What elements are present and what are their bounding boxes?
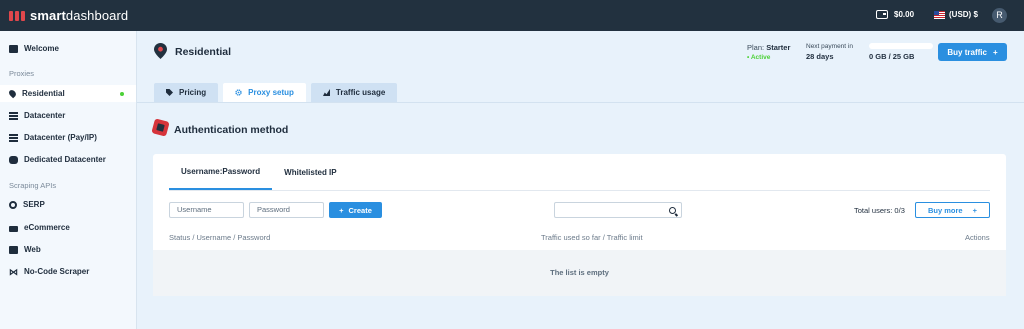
tab-pricing[interactable]: Pricing [154,83,219,102]
authentication-card: Username:Password Whitelisted IP Usernam… [153,154,1006,296]
search-icon [9,200,17,209]
logo[interactable]: smartdashboard [9,8,128,23]
active-status-dot [120,91,124,96]
sidebar-item-datacenter[interactable]: Datacenter [0,107,136,124]
main-tabs: Pricing Proxy setup Traffic usage [154,83,398,102]
sidebar-item-label: Web [24,245,41,254]
sidebar-item-datacenter-payip[interactable]: Datacenter (Pay/IP) [0,129,136,146]
column-header-traffic: Traffic used so far / Traffic limit [541,233,643,242]
tag-icon [166,89,173,96]
tab-label: Proxy setup [248,88,294,97]
area-chart-icon [322,89,330,96]
sidebar-section-scraping: Scraping APIs [9,181,57,190]
tab-label: Pricing [179,88,207,97]
sidebar-item-label: eCommerce [24,223,70,232]
wallet-icon [876,10,888,19]
tab-proxy-setup[interactable]: Proxy setup [223,83,306,102]
top-bar: smartdashboard $0.00 (USD) $ R [0,0,1024,31]
buy-more-button[interactable]: Buy more + [915,202,990,218]
plus-icon: + [972,205,977,215]
us-flag-icon [934,10,945,19]
sidebar: Welcome Proxies Residential Datacenter D… [0,31,137,329]
column-header-actions: Actions [965,233,990,242]
sidebar-item-dedicated-datacenter[interactable]: Dedicated Datacenter [0,151,136,168]
section-title: Authentication method [174,124,289,136]
next-payment-value: 28 days [806,52,834,61]
sidebar-item-label: SERP [23,200,45,209]
sidebar-item-label: Welcome [24,44,59,53]
tab-username-password[interactable]: Username:Password [169,154,273,190]
next-payment: Next payment in 28 days [806,43,853,61]
traffic-progress-bar [869,43,933,49]
currency-label: (USD) $ [949,10,978,19]
location-pin-icon [7,88,18,99]
gear-icon [235,89,242,96]
plan-status: • Active [747,54,771,61]
monitor-icon [9,44,18,53]
plus-icon: + [992,47,998,57]
page-title: Residential [175,46,232,58]
auth-method-tabs: Username:Password Whitelisted IP [169,154,349,190]
balance-amount: $0.00 [894,10,915,19]
currency-selector[interactable]: (USD) $ [934,10,978,19]
sidebar-item-nocode-scraper[interactable]: ⋈ No-Code Scraper [0,263,136,280]
tab-label: Traffic usage [335,88,386,97]
avatar[interactable]: R [992,8,1007,23]
search-button[interactable] [663,203,681,217]
buy-traffic-label: Buy traffic [947,47,987,57]
search-icon [668,206,676,214]
sidebar-section-proxies: Proxies [9,69,35,78]
plan-label: Plan: [747,43,765,52]
sidebar-item-label: Residential [22,89,65,98]
password-input[interactable]: Password [249,202,324,218]
create-label: Create [348,205,372,215]
logo-icon [9,10,25,21]
brand-name: smartdashboard [30,8,129,23]
shopping-bag-icon [9,225,18,232]
sidebar-item-residential[interactable]: Residential [0,85,136,102]
sidebar-item-web[interactable]: Web [0,241,136,258]
balance-display[interactable]: $0.00 [876,10,914,19]
search-input[interactable] [554,202,682,218]
sidebar-item-serp[interactable]: SERP [0,196,136,213]
buy-traffic-button[interactable]: Buy traffic + [938,43,1007,61]
plan-info: Plan: Starter • Active [747,43,790,61]
tabs-divider [137,102,1024,103]
plan-name: Starter [766,43,791,52]
browser-window-icon [9,245,18,254]
sidebar-item-ecommerce[interactable]: eCommerce [0,219,136,236]
sidebar-item-label: No-Code Scraper [24,267,90,276]
database-icon [9,155,18,164]
column-header-status: Status / Username / Password [169,233,271,242]
authentication-icon [151,118,170,137]
create-user-button[interactable]: + Create [329,202,382,218]
empty-list-message: The list is empty [153,250,1006,296]
plus-icon: + [339,205,344,215]
tab-traffic-usage[interactable]: Traffic usage [310,83,398,102]
buy-more-label: Buy more [928,205,963,215]
location-pin-icon [154,43,167,59]
traffic-amount: 0 GB / 25 GB [869,52,915,61]
sidebar-item-label: Datacenter (Pay/IP) [24,133,97,142]
username-input[interactable]: Username [169,202,244,218]
scraper-tool-icon: ⋈ [9,266,18,277]
sidebar-item-label: Datacenter [24,111,66,120]
sidebar-item-welcome[interactable]: Welcome [0,40,136,57]
server-icon [9,111,18,120]
sidebar-item-label: Dedicated Datacenter [24,155,106,164]
next-payment-label: Next payment in [806,43,853,50]
subtabs-divider [169,190,990,191]
server-ip-icon [9,133,18,142]
tab-whitelisted-ip[interactable]: Whitelisted IP [272,154,348,190]
total-users: Total users: 0/3 [854,206,905,215]
